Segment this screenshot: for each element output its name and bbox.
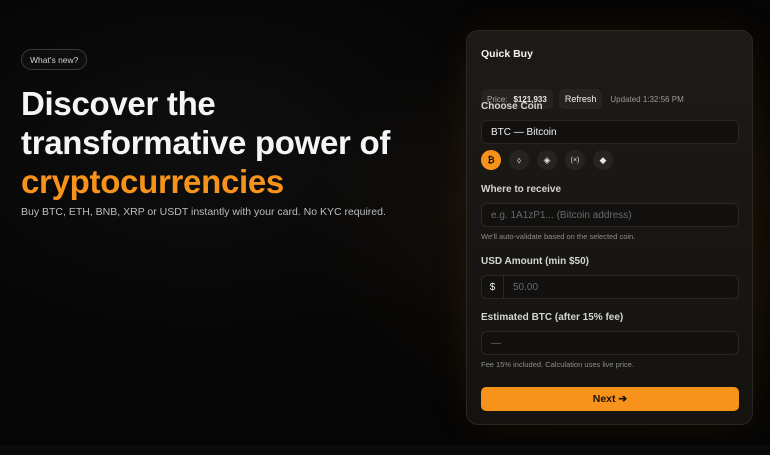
whats-new-badge[interactable]: What's new? <box>21 49 88 70</box>
xrp-icon[interactable]: (×) <box>565 150 585 170</box>
bottom-strip <box>0 445 770 455</box>
usd-amount-input[interactable]: $ 50.00 <box>481 275 739 299</box>
usd-amount-placeholder: 50.00 <box>513 281 539 293</box>
quick-buy-card: Quick Buy Price: $121,933 Refresh Update… <box>466 30 753 425</box>
fee-hint: Fee 15% included. Calculation uses live … <box>481 360 634 369</box>
card-title: Quick Buy <box>481 48 533 60</box>
usd-prefix: $ <box>482 276 504 298</box>
updated-timestamp: Updated 1:32:56 PM <box>610 94 684 104</box>
bitcoin-icon[interactable]: ₿ <box>481 150 501 170</box>
estimate-value: — <box>491 337 501 349</box>
refresh-button[interactable]: Refresh <box>558 89 603 109</box>
receive-address-placeholder: e.g. 1A1zP1... (Bitcoin address) <box>491 209 632 221</box>
whats-new-label: What's new? <box>30 54 79 65</box>
estimate-label: Estimated BTC (after 15% fee) <box>481 312 624 323</box>
hero-title-accent: cryptocurrencies <box>21 163 284 200</box>
usdt-gem-icon[interactable]: ◆ <box>593 150 613 170</box>
hero-title-line2: transformative power of <box>21 124 391 161</box>
usd-amount-label: USD Amount (min $50) <box>481 256 589 267</box>
choose-coin-label: Choose Coin <box>481 101 543 112</box>
next-button[interactable]: Next ➔ <box>481 387 739 411</box>
coin-picker: ₿ ⬨ ◈ (×) ◆ <box>481 150 613 170</box>
ethereum-icon[interactable]: ⬨ <box>509 150 529 170</box>
bnb-icon[interactable]: ◈ <box>537 150 557 170</box>
estimate-output: — <box>481 331 739 355</box>
receive-address-input[interactable]: e.g. 1A1zP1... (Bitcoin address) <box>481 203 739 227</box>
receive-hint: We'll auto-validate based on the selecte… <box>481 232 636 241</box>
coin-select-value: BTC — Bitcoin <box>491 126 557 138</box>
coin-select[interactable]: BTC — Bitcoin <box>481 120 739 144</box>
hero-title: Discover the transformative power of cry… <box>21 84 451 201</box>
receive-label: Where to receive <box>481 184 562 195</box>
hero-subtitle: Buy BTC, ETH, BNB, XRP or USDT instantly… <box>21 206 386 218</box>
hero-title-line1: Discover the <box>21 85 216 122</box>
